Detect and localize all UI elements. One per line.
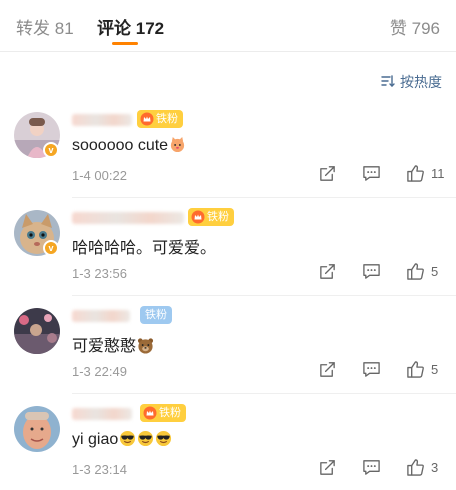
comment-time: 1-3 23:56 — [72, 266, 127, 281]
sort-label: 按热度 — [400, 74, 442, 90]
comment-text-content: 哈哈哈哈。可爱爱。 — [72, 240, 217, 257]
sunglasses-emoji-icon — [156, 430, 172, 447]
repost-button[interactable] — [318, 262, 337, 281]
username-blurred[interactable] — [72, 114, 132, 126]
like-count: 5 — [431, 362, 439, 377]
tab-reposts-label: 转发 — [16, 19, 50, 38]
comment-item: 铁粉 可爱憨憨 1-3 22:49 5 — [0, 296, 456, 394]
bear-emoji-icon — [137, 338, 154, 354]
tab-likes[interactable]: 赞 796 — [390, 14, 440, 39]
tab-reposts[interactable]: 转发 81 — [16, 14, 74, 39]
tab-likes-label: 赞 — [389, 19, 407, 38]
username-blurred[interactable] — [72, 310, 130, 322]
repost-icon — [320, 362, 335, 377]
avatar[interactable] — [14, 406, 60, 452]
comment-text-content: yi giao — [72, 431, 119, 448]
crown-icon — [191, 210, 205, 224]
tab-reposts-count: 81 — [54, 19, 74, 38]
comment-icon — [363, 166, 380, 181]
avatar[interactable] — [14, 308, 60, 354]
like-button[interactable]: 11 — [406, 164, 445, 183]
username-blurred[interactable] — [72, 408, 132, 420]
thumbs-up-icon — [407, 165, 424, 182]
comment-time: 1-4 00:22 — [72, 168, 127, 183]
thumbs-up-icon — [407, 263, 424, 280]
like-count: 5 — [431, 264, 439, 279]
repost-button[interactable] — [318, 360, 337, 379]
comment-text-content: 可爱憨憨 — [72, 338, 137, 355]
repost-icon — [320, 264, 335, 279]
kitten-emoji-icon — [170, 136, 185, 153]
repost-icon — [320, 166, 335, 181]
sunglasses-emoji-icon — [138, 430, 154, 447]
tab-comments[interactable]: 评论 172 — [97, 14, 164, 39]
comment-time: 1-3 23:14 — [72, 462, 127, 477]
repost-button[interactable] — [318, 458, 337, 477]
tab-comments-count: 172 — [135, 19, 165, 38]
crown-icon — [140, 112, 154, 126]
like-count: 3 — [431, 460, 439, 475]
reply-button[interactable] — [362, 458, 381, 477]
active-tab-indicator — [112, 42, 138, 45]
fan-badge: 铁粉 — [188, 208, 234, 226]
like-button[interactable]: 5 — [406, 262, 438, 281]
tab-likes-count: 796 — [411, 19, 440, 38]
username-blurred[interactable] — [72, 212, 184, 224]
fan-badge: 铁粉 — [140, 306, 172, 324]
comment-time: 1-3 22:49 — [72, 364, 127, 379]
sort-icon — [380, 73, 396, 92]
fan-badge-label: 铁粉 — [207, 211, 229, 223]
comment-text-content: soooooo cute — [72, 137, 169, 154]
like-count: 11 — [431, 166, 445, 181]
comment-text: soooooo cute — [72, 136, 186, 155]
fan-badge: 铁粉 — [140, 404, 186, 422]
verified-badge: v — [43, 240, 59, 256]
sort-by-hot-button[interactable]: 按热度 — [380, 72, 442, 92]
comment-text: 可爱憨憨 — [72, 332, 154, 356]
like-button[interactable]: 3 — [406, 458, 438, 477]
reply-button[interactable] — [362, 164, 381, 183]
comment-item: 铁粉 yi giao 1-3 23:14 3 — [0, 394, 456, 490]
thumbs-up-icon — [407, 459, 424, 476]
comment-icon — [363, 362, 380, 377]
comment-tabs: 转发 81 评论 172 赞 796 — [0, 0, 456, 52]
verified-badge: v — [43, 142, 59, 158]
comment-icon — [363, 264, 380, 279]
fan-badge-label: 铁粉 — [159, 407, 181, 419]
comment-text: yi giao — [72, 430, 172, 449]
repost-button[interactable] — [318, 164, 337, 183]
fan-badge-label: 铁粉 — [156, 113, 178, 125]
comment-icon — [363, 460, 380, 475]
comment-text: 哈哈哈哈。可爱爱。 — [72, 234, 216, 258]
repost-icon — [320, 460, 335, 475]
reply-button[interactable] — [362, 360, 381, 379]
crown-icon — [143, 406, 157, 420]
fan-badge-label: 铁粉 — [145, 309, 167, 321]
sunglasses-emoji-icon — [120, 430, 136, 447]
comment-item: v 铁粉 soooooo cute 1-4 00:22 11 — [0, 100, 456, 198]
comment-item: v 铁粉 哈哈哈哈。可爱爱。 1-3 23:56 5 — [0, 198, 456, 296]
fan-badge: 铁粉 — [137, 110, 183, 128]
tab-comments-label: 评论 — [97, 19, 131, 38]
reply-button[interactable] — [362, 262, 381, 281]
like-button[interactable]: 5 — [406, 360, 438, 379]
thumbs-up-icon — [407, 361, 424, 378]
